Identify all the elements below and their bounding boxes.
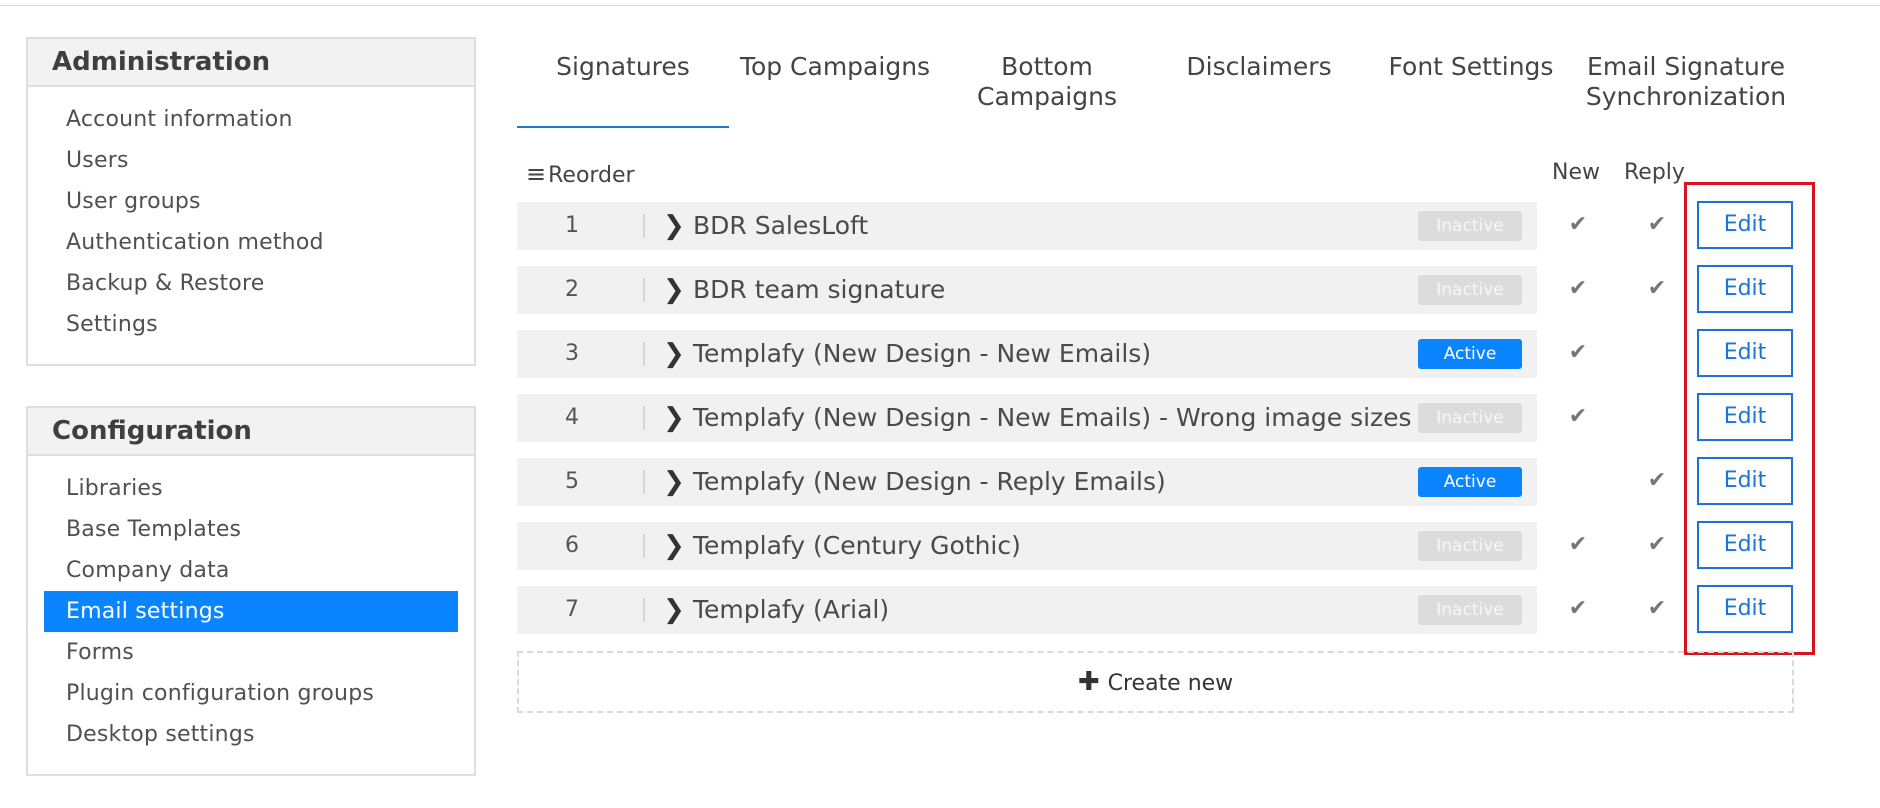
signature-name: Templafy (Century Gothic) — [693, 531, 1021, 560]
status-badge: Inactive — [1418, 531, 1522, 561]
signature-name: BDR team signature — [693, 275, 946, 304]
row-divider — [643, 598, 645, 622]
tab-label-line2: Campaigns — [976, 82, 1117, 111]
tab-signatures[interactable]: Signatures — [517, 52, 729, 82]
create-new-button[interactable]: ✚ Create new — [517, 651, 1794, 713]
signature-name: BDR SalesLoft — [693, 211, 869, 240]
active-tab-underline — [517, 126, 729, 128]
table-row[interactable]: 2 ❯ BDR team signature Inactive — [517, 266, 1537, 314]
tab-label: Top Campaigns — [739, 52, 931, 81]
new-check-icon: ✔ — [1568, 212, 1588, 237]
sidebar-item-backup-restore[interactable]: Backup & Restore — [44, 263, 458, 304]
reply-check-icon: ✔ — [1647, 212, 1667, 237]
configuration-menu: Libraries Base Templates Company data Email… — [28, 456, 474, 755]
sidebar-item-libraries[interactable]: Libraries — [44, 468, 458, 509]
sidebar-item-base-templates[interactable]: Base Templates — [44, 509, 458, 550]
chevron-right-icon[interactable]: ❯ — [663, 266, 685, 314]
reply-check-icon: ✔ — [1647, 468, 1667, 493]
chevron-right-icon[interactable]: ❯ — [663, 394, 685, 442]
sidebar-item-authentication-method[interactable]: Authentication method — [44, 222, 458, 263]
tab-label: Bottom — [1001, 52, 1093, 81]
status-badge: Inactive — [1418, 403, 1522, 433]
row-divider — [643, 342, 645, 366]
signature-name: Templafy (New Design - New Emails) — [693, 339, 1152, 368]
chevron-right-icon[interactable]: ❯ — [663, 202, 685, 250]
reply-check-icon: ✔ — [1647, 276, 1667, 301]
administration-menu: Account information Users User groups Authe… — [28, 87, 474, 345]
tab-label-line2: Synchronization — [1585, 82, 1787, 111]
tab-label: Signatures — [556, 52, 690, 81]
plus-icon: ✚ — [1077, 667, 1100, 697]
status-badge: Inactive — [1418, 211, 1522, 241]
table-row[interactable]: 6 ❯ Templafy (Century Gothic) Inactive — [517, 522, 1537, 570]
row-divider — [643, 470, 645, 494]
new-check-icon: ✔ — [1568, 596, 1588, 621]
reorder-label: Reorder — [548, 163, 635, 188]
configuration-panel: Configuration Libraries Base Templates Com… — [26, 406, 476, 776]
configuration-title: Configuration — [28, 408, 474, 456]
signature-name: Templafy (Arial) — [693, 595, 890, 624]
signature-name: Templafy (New Design - New Emails) - Wro… — [693, 403, 1412, 432]
sidebar-item-company-data[interactable]: Company data — [44, 550, 458, 591]
status-badge: Active — [1418, 339, 1522, 369]
sidebar-item-settings[interactable]: Settings — [44, 304, 458, 345]
tab-bottom[interactable]: Bottom Campaigns — [941, 52, 1153, 112]
tab-email-signature[interactable]: Email Signature Synchronization — [1577, 52, 1795, 112]
reorder-icon: ≡ — [526, 160, 547, 188]
create-new-label: Create new — [1107, 671, 1234, 696]
table-row[interactable]: 7 ❯ Templafy (Arial) Inactive — [517, 586, 1537, 634]
chevron-right-icon[interactable]: ❯ — [663, 458, 685, 506]
chevron-right-icon[interactable]: ❯ — [663, 522, 685, 570]
edit-buttons-highlight — [1684, 182, 1815, 655]
sidebar-item-user-groups[interactable]: User groups — [44, 181, 458, 222]
administration-panel: Administration Account information Users U… — [26, 37, 476, 366]
sidebar-item-email-settings[interactable]: Email settings — [44, 591, 458, 632]
table-row[interactable]: 1 ❯ BDR SalesLoft Inactive — [517, 202, 1537, 250]
tab-disclaimers[interactable]: Disclaimers — [1153, 52, 1365, 82]
table-row[interactable]: 3 ❯ Templafy (New Design - New Emails) Acti… — [517, 330, 1537, 378]
row-number: 5 — [565, 469, 579, 494]
new-check-icon: ✔ — [1568, 532, 1588, 557]
sidebar-item-forms[interactable]: Forms — [44, 632, 458, 673]
new-check-icon: ✔ — [1568, 404, 1588, 429]
status-badge: Inactive — [1418, 595, 1522, 625]
chevron-right-icon[interactable]: ❯ — [663, 330, 685, 378]
new-check-icon: ✔ — [1568, 340, 1588, 365]
tab-label: Email Signature — [1587, 52, 1785, 81]
column-header-reply: Reply — [1624, 160, 1685, 185]
tab-top-campaigns[interactable]: Top Campaigns — [729, 52, 941, 82]
row-number: 6 — [565, 533, 579, 558]
row-divider — [643, 214, 645, 238]
row-number: 3 — [565, 341, 579, 366]
status-badge: Inactive — [1418, 275, 1522, 305]
sidebar-item-users[interactable]: Users — [44, 140, 458, 181]
sidebar-item-desktop-settings[interactable]: Desktop settings — [44, 714, 458, 755]
table-row[interactable]: 4 ❯ Templafy (New Design - New Emails) - W… — [517, 394, 1537, 442]
column-header-new: New — [1552, 160, 1600, 185]
row-number: 7 — [565, 597, 579, 622]
reply-check-icon: ✔ — [1647, 596, 1667, 621]
row-divider — [643, 278, 645, 302]
table-row[interactable]: 5 ❯ Templafy (New Design - Reply Emails) Ac… — [517, 458, 1537, 506]
new-check-icon: ✔ — [1568, 276, 1588, 301]
sidebar-item-account-information[interactable]: Account information — [44, 99, 458, 140]
row-number: 1 — [565, 213, 579, 238]
status-badge: Active — [1418, 467, 1522, 497]
reply-check-icon: ✔ — [1647, 532, 1667, 557]
administration-title: Administration — [28, 39, 474, 87]
reorder-button[interactable]: ≡Reorder — [526, 160, 635, 188]
chevron-right-icon[interactable]: ❯ — [663, 586, 685, 634]
row-divider — [643, 534, 645, 558]
sidebar-item-plugin-configuration-groups[interactable]: Plugin configuration groups — [44, 673, 458, 714]
row-number: 4 — [565, 405, 579, 430]
signature-name: Templafy (New Design - Reply Emails) — [693, 467, 1166, 496]
tab-font-settings[interactable]: Font Settings — [1365, 52, 1577, 82]
row-number: 2 — [565, 277, 579, 302]
top-divider — [0, 0, 1880, 6]
tab-label: Font Settings — [1388, 52, 1554, 81]
tab-label: Disclaimers — [1186, 52, 1332, 81]
row-divider — [643, 406, 645, 430]
